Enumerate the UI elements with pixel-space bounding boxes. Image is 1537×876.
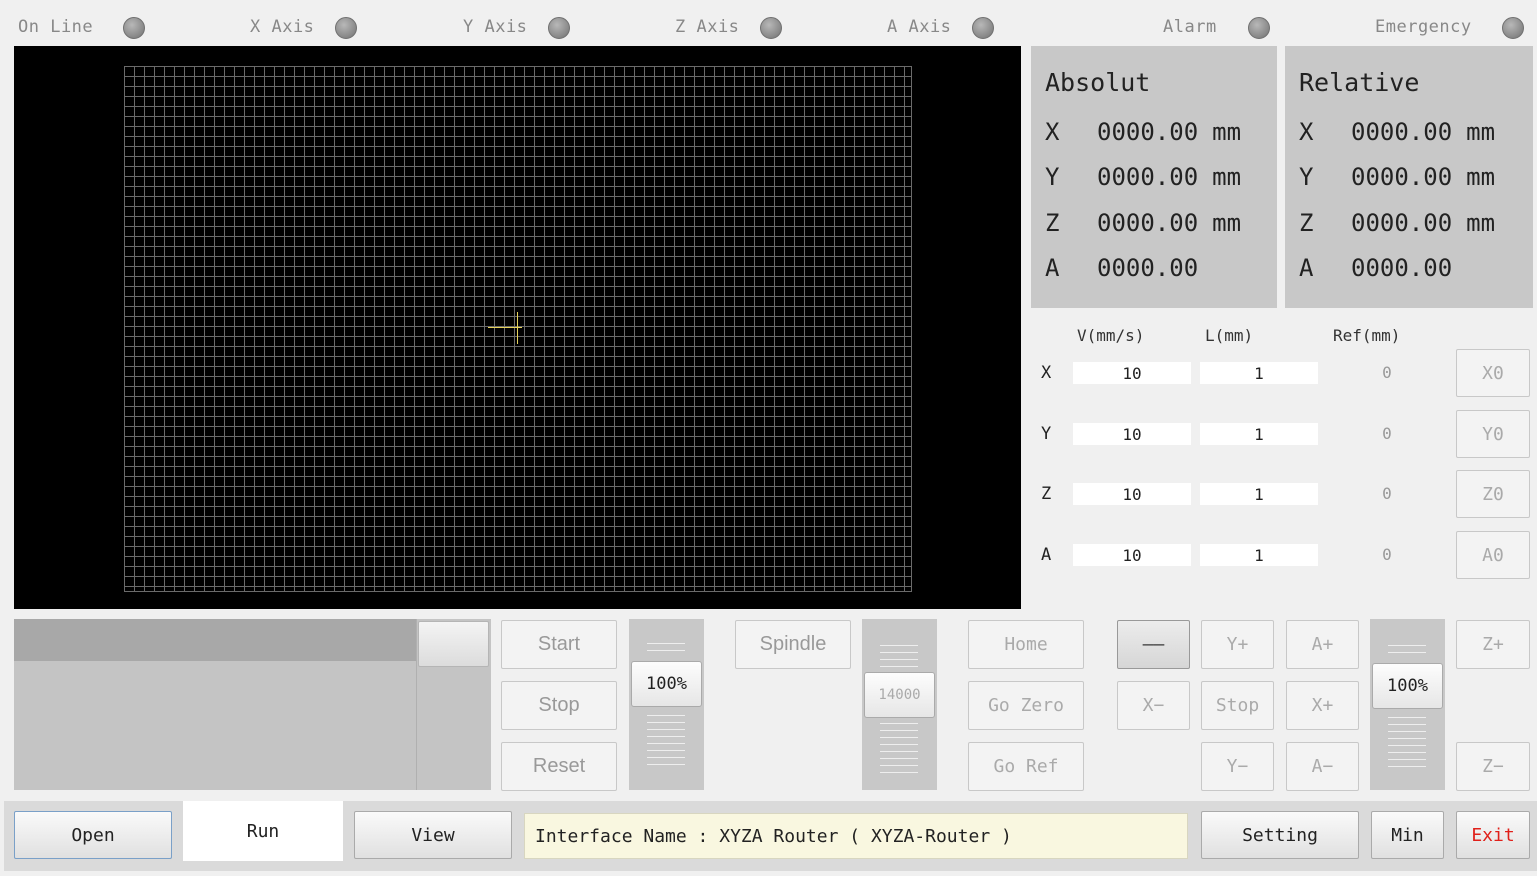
absolute-row-z: Z 0000.00 mm bbox=[1045, 209, 1242, 237]
reset-button[interactable]: Reset bbox=[501, 742, 617, 791]
a-length-input[interactable] bbox=[1200, 544, 1318, 566]
jog-row-x-label: X bbox=[1041, 363, 1052, 383]
relative-z-value: 0000.00 bbox=[1351, 209, 1453, 237]
y-axis-indicator-led bbox=[548, 17, 570, 39]
start-button[interactable]: Start bbox=[501, 620, 617, 669]
interface-name-display: Interface Name : XYZA Router ( XYZA-Rout… bbox=[524, 813, 1188, 859]
status-label-y-axis: Y Axis bbox=[463, 17, 528, 37]
jog-row-a-label: A bbox=[1041, 545, 1052, 565]
y-zero-button[interactable]: Y0 bbox=[1456, 410, 1530, 458]
status-label-z-axis: Z Axis bbox=[675, 17, 740, 37]
spindle-speed-handle[interactable]: 14000 bbox=[864, 672, 935, 718]
absolute-y-value: 0000.00 bbox=[1097, 163, 1199, 191]
go-zero-button[interactable]: Go Zero bbox=[968, 681, 1084, 730]
jog-stop-button[interactable]: Stop bbox=[1201, 681, 1274, 730]
jog-y-plus-button[interactable]: Y+ bbox=[1201, 620, 1274, 669]
x-axis-indicator-led bbox=[335, 17, 357, 39]
z-length-input[interactable] bbox=[1200, 483, 1318, 505]
absolute-row-y: Y 0000.00 mm bbox=[1045, 163, 1242, 191]
spindle-button[interactable]: Spindle bbox=[735, 620, 851, 669]
jog-a-minus-button[interactable]: A− bbox=[1286, 742, 1359, 791]
jog-row-z-label: Z bbox=[1041, 484, 1052, 504]
status-label-x-axis: X Axis bbox=[250, 17, 315, 37]
home-button[interactable]: Home bbox=[968, 620, 1084, 669]
program-listing-area[interactable] bbox=[14, 619, 416, 790]
relative-row-x: X 0000.00 mm bbox=[1299, 118, 1496, 146]
x-ref-value: 0 bbox=[1382, 363, 1392, 382]
setting-button[interactable]: Setting bbox=[1201, 811, 1359, 859]
online-indicator-led bbox=[123, 17, 145, 39]
open-tab[interactable]: Open bbox=[14, 811, 172, 859]
absolute-row-x: X 0000.00 mm bbox=[1045, 118, 1242, 146]
go-ref-button[interactable]: Go Ref bbox=[968, 742, 1084, 791]
relative-title: Relative bbox=[1299, 68, 1420, 97]
relative-y-value: 0000.00 bbox=[1351, 163, 1453, 191]
jog-z-minus-button[interactable]: Z− bbox=[1456, 742, 1530, 791]
absolute-a-value: 0000.00 bbox=[1097, 254, 1199, 282]
program-scrollbar-thumb[interactable] bbox=[418, 621, 489, 667]
status-label-a-axis: A Axis bbox=[887, 17, 952, 37]
status-label-online: On Line bbox=[18, 17, 94, 37]
jog-z-plus-button[interactable]: Z+ bbox=[1456, 620, 1530, 669]
x-length-input[interactable] bbox=[1200, 362, 1318, 384]
y-ref-value: 0 bbox=[1382, 424, 1392, 443]
emergency-indicator-led bbox=[1502, 17, 1524, 39]
jog-y-minus-button[interactable]: Y− bbox=[1201, 742, 1274, 791]
tool-position-crosshair-vertical bbox=[517, 312, 518, 344]
jog-row-y-label: Y bbox=[1041, 424, 1052, 444]
y-velocity-input[interactable] bbox=[1073, 423, 1191, 445]
absolute-coordinates-panel: Absolut X 0000.00 mm Y 0000.00 mm Z 0000.00 mm… bbox=[1031, 46, 1277, 308]
y-length-input[interactable] bbox=[1200, 423, 1318, 445]
program-progress-bar bbox=[14, 619, 416, 661]
relative-coordinates-panel: Relative X 0000.00 mm Y 0000.00 mm Z 0000.00 m… bbox=[1285, 46, 1533, 308]
exit-button[interactable]: Exit bbox=[1456, 811, 1530, 859]
jog-a-plus-button[interactable]: A+ bbox=[1286, 620, 1359, 669]
status-label-emergency: Emergency bbox=[1375, 17, 1472, 37]
jog-override-slider[interactable]: 100% bbox=[1370, 619, 1445, 790]
jog-x-minus-button[interactable]: X− bbox=[1117, 681, 1190, 730]
work-area-grid bbox=[124, 66, 912, 592]
ref-column-header: Ref(mm) bbox=[1333, 326, 1401, 345]
jog-x-plus-button[interactable]: X+ bbox=[1286, 681, 1359, 730]
a-ref-value: 0 bbox=[1382, 545, 1392, 564]
x-zero-button[interactable]: X0 bbox=[1456, 349, 1530, 397]
jog-override-handle[interactable]: 100% bbox=[1372, 663, 1443, 709]
relative-a-value: 0000.00 bbox=[1351, 254, 1453, 282]
absolute-title: Absolut bbox=[1045, 68, 1151, 97]
a-velocity-input[interactable] bbox=[1073, 544, 1191, 566]
absolute-row-a: A 0000.00 bbox=[1045, 254, 1199, 282]
a-zero-button[interactable]: A0 bbox=[1456, 531, 1530, 579]
a-axis-indicator-led bbox=[972, 17, 994, 39]
absolute-x-value: 0000.00 bbox=[1097, 118, 1199, 146]
relative-row-a: A 0000.00 bbox=[1299, 254, 1453, 282]
run-tab[interactable]: Run bbox=[183, 801, 343, 861]
relative-row-z: Z 0000.00 mm bbox=[1299, 209, 1496, 237]
x-velocity-input[interactable] bbox=[1073, 362, 1191, 384]
status-label-alarm: Alarm bbox=[1163, 17, 1217, 37]
z-zero-button[interactable]: Z0 bbox=[1456, 470, 1530, 518]
spindle-speed-slider[interactable]: 14000 bbox=[862, 619, 937, 790]
stop-button[interactable]: Stop bbox=[501, 681, 617, 730]
relative-x-value: 0000.00 bbox=[1351, 118, 1453, 146]
z-velocity-input[interactable] bbox=[1073, 483, 1191, 505]
feed-override-slider[interactable]: 100% bbox=[629, 619, 704, 790]
alarm-indicator-led bbox=[1248, 17, 1270, 39]
z-ref-value: 0 bbox=[1382, 484, 1392, 503]
minimize-button[interactable]: Min bbox=[1371, 811, 1444, 859]
length-column-header: L(mm) bbox=[1205, 326, 1254, 345]
view-tab[interactable]: View bbox=[354, 811, 512, 859]
relative-row-y: Y 0000.00 mm bbox=[1299, 163, 1496, 191]
z-axis-indicator-led bbox=[760, 17, 782, 39]
feed-override-handle[interactable]: 100% bbox=[631, 661, 702, 707]
absolute-z-value: 0000.00 bbox=[1097, 209, 1199, 237]
step-mode-button[interactable]: —— bbox=[1117, 620, 1190, 669]
velocity-column-header: V(mm/s) bbox=[1077, 326, 1145, 345]
